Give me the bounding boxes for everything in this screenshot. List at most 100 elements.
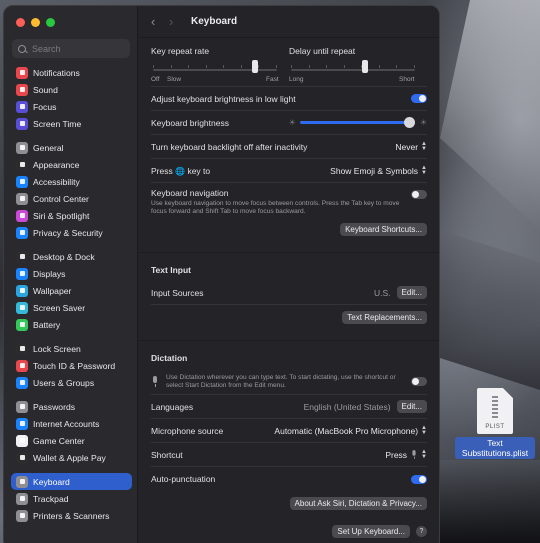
sidebar-item-label: Lock Screen: [33, 343, 81, 354]
sidebar-item-users-groups[interactable]: Users & Groups: [11, 374, 132, 391]
key-repeat-off-label: Off: [151, 76, 160, 83]
input-sources-edit-button[interactable]: Edit...: [396, 286, 427, 299]
adjust-brightness-label: Adjust keyboard brightness in low light: [151, 93, 296, 104]
about-siri-dictation-button[interactable]: About Ask Siri, Dictation & Privacy...: [289, 496, 427, 510]
text-replacements-button[interactable]: Text Replacements...: [342, 310, 427, 324]
sidebar-item-privacy-security[interactable]: Privacy & Security: [11, 224, 132, 241]
keyboard-nav-row: Keyboard navigation Use keyboard navigat…: [151, 183, 427, 217]
globe-key-row: Press 🌐 key to Show Emoji & Symbols ▲ ▼: [151, 159, 427, 183]
sidebar-item-label: Keyboard: [33, 476, 70, 487]
brightness-track[interactable]: [299, 117, 415, 128]
slider-tick: [326, 65, 328, 68]
search-input[interactable]: [32, 43, 122, 54]
moon-icon: [16, 100, 28, 113]
backlight-row: Turn keyboard backlight off after inacti…: [151, 135, 427, 159]
keyboard-nav-toggle[interactable]: [411, 190, 427, 199]
slider-tick: [291, 65, 292, 68]
sidebar-search: [12, 39, 130, 58]
microphone-source-popup[interactable]: Automatic (MacBook Pro Microphone) ▲ ▼: [274, 425, 427, 436]
sidebar-item-label: Siri & Spotlight: [33, 210, 90, 221]
pane-titlebar: ‹ › Keyboard: [139, 6, 439, 38]
key-repeat-track[interactable]: [153, 69, 277, 71]
text-input-heading: Text Input: [151, 265, 191, 275]
languages-edit-button[interactable]: Edit...: [396, 400, 427, 413]
sidebar-item-displays[interactable]: Displays: [11, 265, 132, 282]
slider-tick: [170, 65, 172, 68]
back-chevron-icon[interactable]: ‹: [151, 14, 169, 29]
slider-tick: [396, 65, 398, 68]
adjust-brightness-toggle[interactable]: [411, 94, 427, 103]
text-replacements-row: Text Replacements...: [151, 305, 427, 329]
brightness-label: Keyboard brightness: [151, 117, 229, 128]
sidebar-item-label: Screen Time: [33, 118, 82, 129]
auto-punctuation-toggle[interactable]: [411, 474, 427, 484]
sidebar-item-label: Users & Groups: [33, 377, 95, 388]
keyboard-shortcuts-button[interactable]: Keyboard Shortcuts...: [340, 222, 427, 236]
sidebar-item-screen-time[interactable]: Screen Time: [11, 115, 132, 132]
globe-key-popup[interactable]: Show Emoji & Symbols ▲ ▼: [330, 164, 427, 176]
brightness-high-icon: ☀: [419, 118, 427, 127]
backlight-popup[interactable]: Never ▲ ▼: [395, 141, 427, 152]
sidebar-item-passwords[interactable]: Passwords: [11, 398, 132, 415]
sidebar-item-wallet-apple-pay[interactable]: Wallet & Apple Pay: [11, 449, 132, 466]
sidebar-item-wallpaper[interactable]: Wallpaper: [11, 282, 132, 299]
sidebar-item-notifications[interactable]: Notifications: [11, 64, 132, 81]
help-button[interactable]: ?: [416, 525, 427, 537]
microphone-icon: [151, 376, 159, 387]
key-icon: [16, 400, 28, 413]
sidebar-item-general[interactable]: General: [11, 139, 132, 156]
delay-slider-knob[interactable]: [362, 60, 369, 73]
about-dictation-row: About Ask Siri, Dictation & Privacy...: [151, 491, 427, 515]
dictation-shortcut-popup[interactable]: Press ▲ ▼: [385, 449, 427, 460]
languages-value: English (United States): [303, 401, 391, 412]
updown-chevron-icon: ▲ ▼: [421, 164, 427, 176]
printer-icon: [16, 509, 28, 522]
close-window-button[interactable]: [16, 18, 25, 27]
sidebar-item-appearance[interactable]: Appearance: [11, 156, 132, 173]
siri-icon: [16, 209, 28, 222]
sidebar-item-trackpad[interactable]: Trackpad: [11, 490, 132, 507]
forward-chevron-icon[interactable]: ›: [169, 14, 187, 29]
dictation-shortcut-label: Shortcut: [151, 449, 183, 460]
control-center-icon: [16, 192, 28, 205]
dictation-shortcut-row: Shortcut Press ▲ ▼: [151, 443, 427, 467]
desktop-file-plist[interactable]: PLIST Text Substitutions.plist: [455, 388, 535, 461]
delay-track[interactable]: [291, 69, 415, 71]
sidebar-item-touch-id-password[interactable]: Touch ID & Password: [11, 357, 132, 374]
zoom-window-button[interactable]: [46, 18, 55, 27]
sidebar-item-lock-screen[interactable]: Lock Screen: [11, 340, 132, 357]
brightness-slider-knob[interactable]: [403, 117, 415, 128]
dictation-toggle[interactable]: [411, 377, 427, 386]
sidebar-item-keyboard[interactable]: Keyboard: [11, 473, 132, 490]
sidebar-item-game-center[interactable]: Game Center: [11, 432, 132, 449]
brightness-slider: ☀ ☀: [289, 117, 427, 128]
key-repeat-group: Key repeat rate Off Slow Fast: [151, 39, 289, 86]
sidebar-item-desktop-dock[interactable]: Desktop & Dock: [11, 248, 132, 265]
sidebar-item-screen-saver[interactable]: Screen Saver: [11, 299, 132, 316]
sidebar-item-internet-accounts[interactable]: Internet Accounts: [11, 415, 132, 432]
input-sources-value: U.S.: [374, 287, 391, 298]
key-repeat-slider-knob[interactable]: [251, 60, 258, 73]
sidebar-item-printers-scanners[interactable]: Printers & Scanners: [11, 507, 132, 524]
sidebar-item-control-center[interactable]: Control Center: [11, 190, 132, 207]
minimize-window-button[interactable]: [31, 18, 40, 27]
sidebar-item-label: Desktop & Dock: [33, 251, 95, 262]
sidebar-item-battery[interactable]: Battery: [11, 316, 132, 333]
slider-tick: [240, 65, 242, 68]
input-sources-label: Input Sources: [151, 287, 204, 298]
set-up-keyboard-button[interactable]: Set Up Keyboard...: [332, 524, 410, 538]
key-repeat-fast-label: Fast: [266, 76, 279, 83]
at-icon: [16, 417, 28, 430]
sidebar-item-focus[interactable]: Focus: [11, 98, 132, 115]
sidebar-item-accessibility[interactable]: Accessibility: [11, 173, 132, 190]
wallpaper-shape: [440, 230, 540, 390]
trackpad-icon: [16, 492, 28, 505]
slider-tick: [343, 65, 345, 68]
sidebar-item-sound[interactable]: Sound: [11, 81, 132, 98]
sidebar-item-label: Focus: [33, 101, 57, 112]
desktop-file-name: Text Substitutions.plist: [455, 437, 535, 459]
sidebar-item-siri-spotlight[interactable]: Siri & Spotlight: [11, 207, 132, 224]
press-label: Press: [151, 165, 173, 176]
battery-icon: [16, 318, 28, 331]
